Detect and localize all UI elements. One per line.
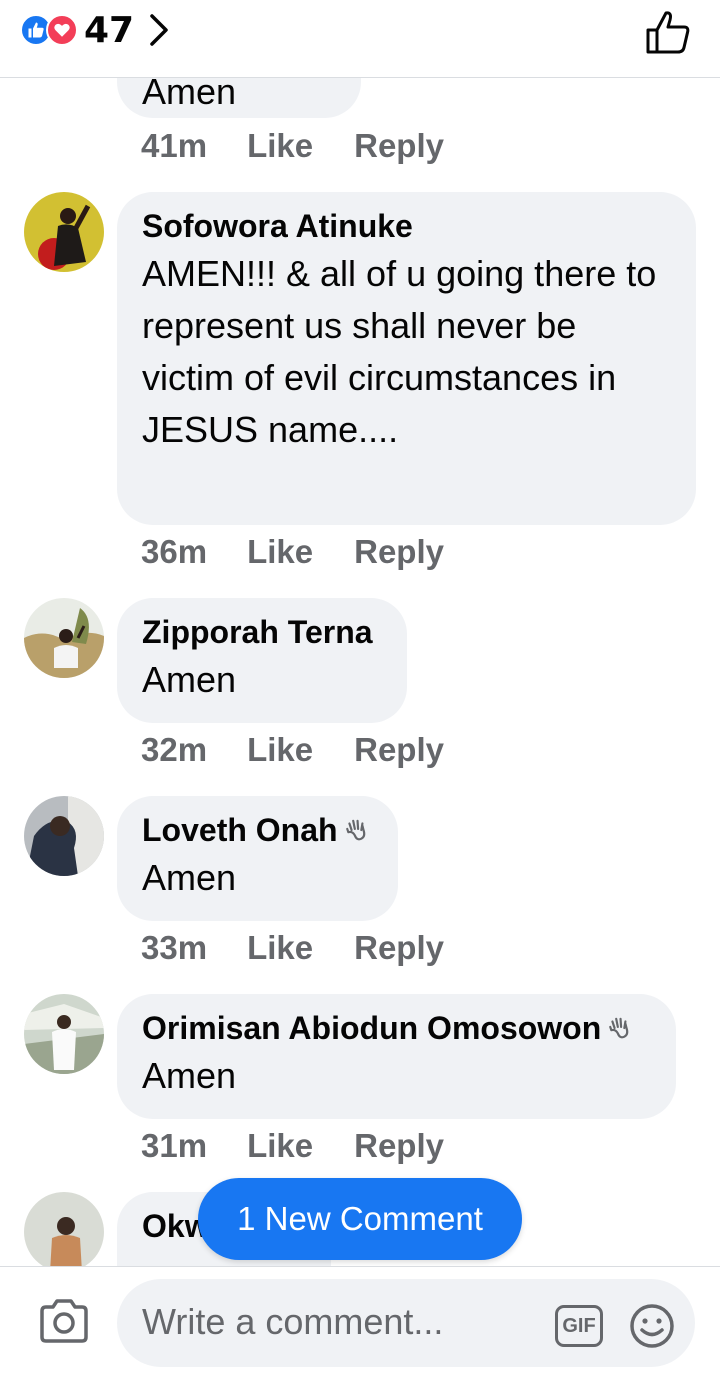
comment-bubble[interactable]: Sofowora Atinuke AMEN!!! & all of u goin… bbox=[117, 192, 696, 525]
gif-button[interactable]: GIF bbox=[555, 1305, 603, 1347]
comment-meta: 31m Like Reply bbox=[141, 1126, 485, 1166]
comment-bubble[interactable]: Zipporah Terna Amen bbox=[117, 598, 407, 723]
comment-meta: 32m Like Reply bbox=[141, 730, 485, 770]
comment-bubble[interactable]: Loveth Onah Amen bbox=[117, 796, 398, 921]
like-link[interactable]: Like bbox=[247, 731, 313, 769]
comment-input[interactable]: Write a comment... GIF bbox=[117, 1279, 695, 1367]
wave-icon bbox=[344, 817, 370, 843]
avatar[interactable] bbox=[24, 192, 104, 272]
avatar-image bbox=[24, 796, 104, 876]
commenter-name[interactable]: Zipporah Terna bbox=[142, 612, 382, 652]
avatar-image bbox=[24, 1192, 104, 1266]
comment-text: AMEN!!! & all of u going there to repres… bbox=[142, 253, 657, 450]
new-comment-pill[interactable]: 1 New Comment bbox=[198, 1178, 522, 1260]
comment-bubble[interactable]: Orimisan Abiodun Omosowon Amen bbox=[117, 994, 676, 1119]
commenter-name[interactable]: Sofowora Atinuke bbox=[142, 206, 671, 246]
comments-list[interactable]: Amen 41m Like Reply Sofowora Atinuke AME… bbox=[0, 0, 720, 1266]
smiley-icon[interactable] bbox=[629, 1303, 675, 1349]
comment-meta: 36m Like Reply bbox=[141, 532, 485, 572]
reply-link[interactable]: Reply bbox=[354, 1127, 444, 1165]
commenter-name-text[interactable]: Orimisan Abiodun Omosowon bbox=[142, 1008, 601, 1048]
comment-time: 32m bbox=[141, 731, 208, 768]
comment-text: Amen bbox=[142, 659, 237, 700]
avatar-image bbox=[24, 598, 104, 678]
commenter-name: Loveth Onah bbox=[142, 810, 373, 850]
comment-time: 31m bbox=[141, 1127, 208, 1164]
comment-time: 41m bbox=[141, 127, 208, 164]
camera-icon[interactable] bbox=[38, 1297, 90, 1345]
reply-link[interactable]: Reply bbox=[354, 127, 444, 165]
like-link[interactable]: Like bbox=[247, 1127, 313, 1165]
reply-link[interactable]: Reply bbox=[354, 533, 444, 571]
wave-icon bbox=[607, 1015, 633, 1041]
avatar[interactable] bbox=[24, 994, 104, 1074]
like-link[interactable]: Like bbox=[247, 127, 313, 165]
reactions-header: 47 bbox=[0, 0, 720, 78]
avatar[interactable] bbox=[24, 796, 104, 876]
commenter-name-text[interactable]: Loveth Onah bbox=[142, 810, 338, 850]
comment-meta: 41m Like Reply bbox=[141, 126, 485, 166]
comment-placeholder: Write a comment... bbox=[142, 1301, 444, 1342]
reaction-count: 47 bbox=[84, 9, 135, 51]
thumbs-up-outline-icon[interactable] bbox=[644, 8, 692, 56]
comment-meta: 33m Like Reply bbox=[141, 928, 485, 968]
comment-time: 33m bbox=[141, 929, 208, 966]
commenter-name: Orimisan Abiodun Omosowon bbox=[142, 1008, 651, 1048]
avatar[interactable] bbox=[24, 1192, 104, 1266]
avatar-image bbox=[24, 192, 104, 272]
chevron-right-icon bbox=[148, 12, 170, 48]
avatar[interactable] bbox=[24, 598, 104, 678]
comment-time: 36m bbox=[141, 533, 208, 570]
love-icon bbox=[46, 14, 78, 46]
comment-text: Amen bbox=[142, 857, 237, 898]
like-link[interactable]: Like bbox=[247, 929, 313, 967]
comment-text: Amen bbox=[142, 1055, 237, 1096]
reply-link[interactable]: Reply bbox=[354, 731, 444, 769]
like-link[interactable]: Like bbox=[247, 533, 313, 571]
reply-link[interactable]: Reply bbox=[354, 929, 444, 967]
avatar-image bbox=[24, 994, 104, 1074]
comment-composer: Write a comment... GIF bbox=[0, 1266, 720, 1374]
reactions-summary[interactable]: 47 bbox=[20, 9, 170, 51]
